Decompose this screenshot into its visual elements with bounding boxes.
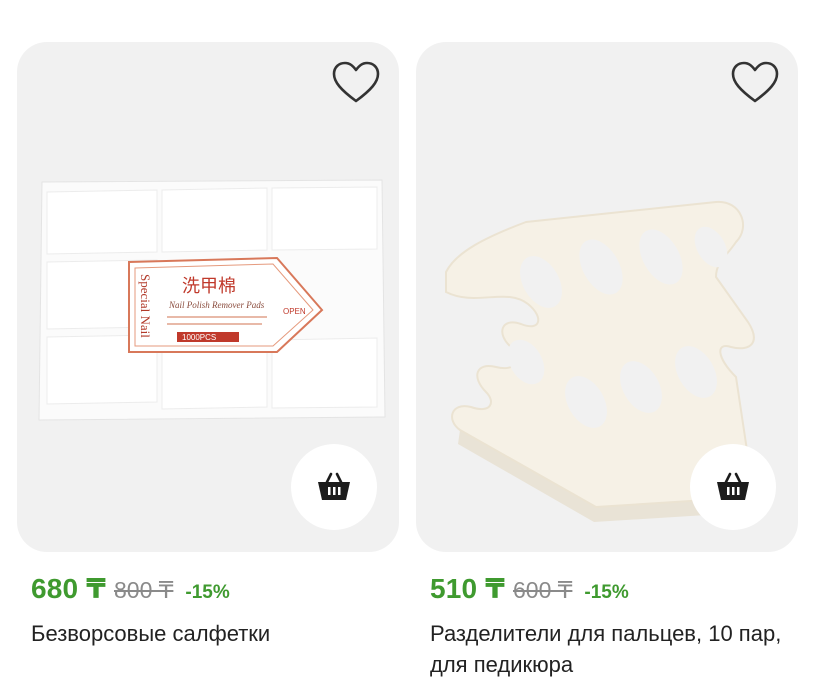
label-chinese-text: 洗甲棉 <box>182 276 236 297</box>
price-row: 680 ₸ 800 ₸ -15% <box>31 572 230 605</box>
label-brand-text: Special Nail <box>138 274 153 338</box>
label-count-text: 1000PCS <box>182 333 216 342</box>
discount-badge: -15% <box>185 582 230 603</box>
product-card-napkins[interactable]: 洗甲棉 Special Nail Nail Polish Remover Pad… <box>17 42 399 646</box>
current-price: 680 ₸ <box>31 573 106 604</box>
heart-icon <box>332 61 380 103</box>
add-to-cart-button[interactable] <box>291 444 377 530</box>
favorite-button[interactable] <box>331 60 381 106</box>
old-price: 800 ₸ <box>113 577 174 603</box>
old-price: 600 ₸ <box>512 577 573 603</box>
product-image-area[interactable]: 洗甲棉 Special Nail Nail Polish Remover Pad… <box>17 42 399 552</box>
price-row: 510 ₸ 600 ₸ -15% <box>430 572 629 605</box>
product-card-toe-separators[interactable]: 510 ₸ 600 ₸ -15% Разделители для пальцев… <box>416 42 798 677</box>
label-open-tab-text: OPEN <box>283 307 306 316</box>
current-price: 510 ₸ <box>430 573 505 604</box>
heart-icon <box>731 61 779 103</box>
product-image-area[interactable] <box>416 42 798 552</box>
label-product-text: Nail Polish Remover Pads <box>168 300 265 310</box>
add-to-cart-button[interactable] <box>690 444 776 530</box>
basket-icon <box>717 472 749 500</box>
product-title[interactable]: Разделители для пальцев, 10 пар, для пед… <box>430 618 790 680</box>
basket-icon <box>318 472 350 500</box>
favorite-button[interactable] <box>730 60 780 106</box>
discount-badge: -15% <box>584 582 629 603</box>
product-title[interactable]: Безворсовые салфетки <box>31 618 391 649</box>
